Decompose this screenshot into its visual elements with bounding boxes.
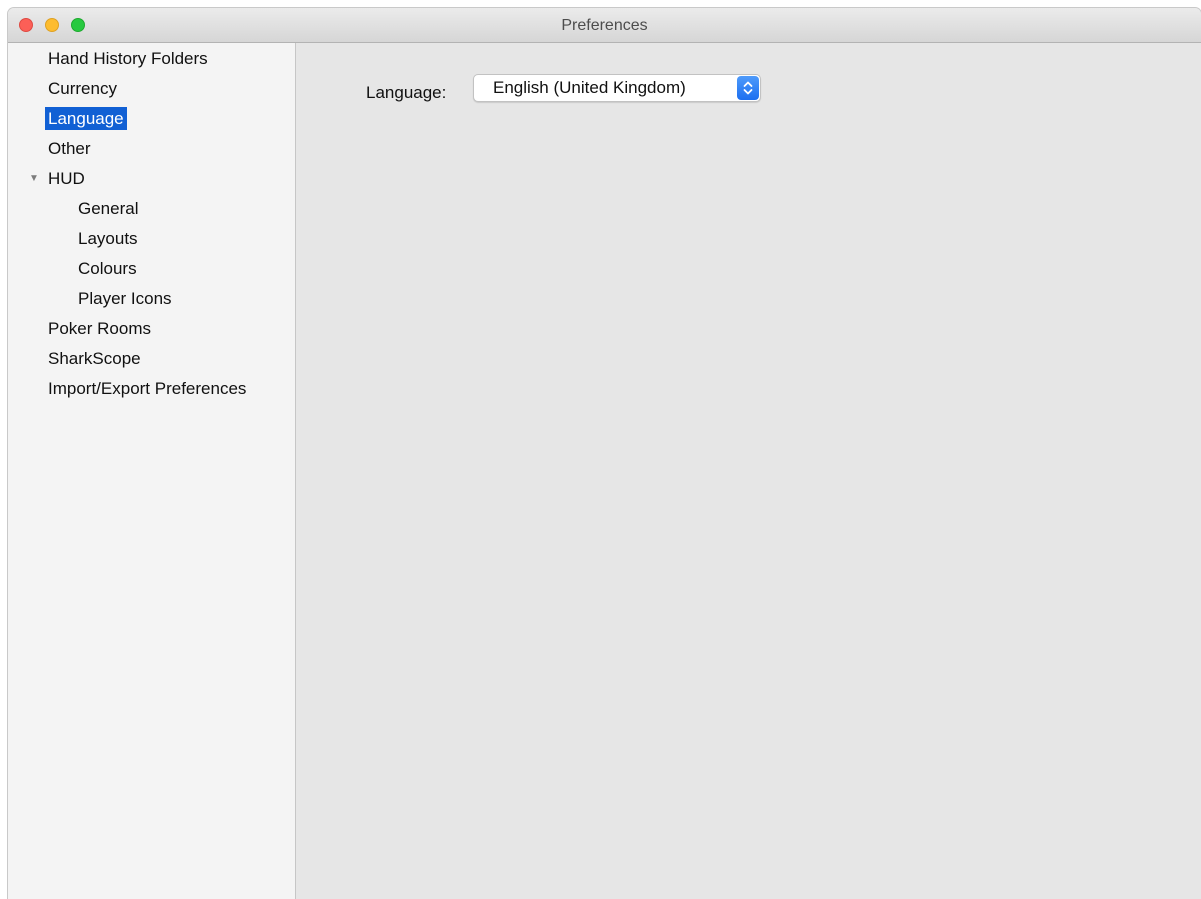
sidebar-item-label: SharkScope <box>48 349 141 368</box>
disclosure-triangle-down-icon[interactable]: ▼ <box>29 172 39 186</box>
sidebar-item-label: General <box>78 199 139 218</box>
language-label: Language: <box>366 83 447 102</box>
language-select[interactable]: English (United Kingdom) <box>473 74 761 102</box>
sidebar-item-poker-rooms[interactable]: Poker Rooms <box>48 316 151 342</box>
up-down-chevron-icon[interactable] <box>737 76 759 100</box>
sidebar-item-currency[interactable]: Currency <box>48 76 117 102</box>
sidebar-item-hud-layouts[interactable]: Layouts <box>78 226 138 252</box>
sidebar-item-sharkscope[interactable]: SharkScope <box>48 346 141 372</box>
sidebar-item-label: Import/Export Preferences <box>48 379 247 398</box>
sidebar-item-import-export-preferences[interactable]: Import/Export Preferences <box>48 376 246 402</box>
window-title: Preferences <box>561 17 648 34</box>
sidebar-item-label: Currency <box>48 79 117 98</box>
sidebar-item-label: Layouts <box>78 229 138 248</box>
sidebar-item-label: Hand History Folders <box>48 49 208 68</box>
title-bar[interactable]: Preferences <box>8 8 1201 43</box>
sidebar-item-label: Other <box>48 139 91 158</box>
sidebar-item-hud[interactable]: ▼ HUD <box>8 166 208 192</box>
sidebar-item-hud-player-icons[interactable]: Player Icons <box>78 286 172 312</box>
sidebar-item-hand-history-folders[interactable]: Hand History Folders <box>48 46 208 72</box>
sidebar-item-label: Colours <box>78 259 137 278</box>
sidebar-item-label: Player Icons <box>78 289 172 308</box>
sidebar-item-label: HUD <box>48 169 85 188</box>
sidebar-item-hud-colours[interactable]: Colours <box>78 256 137 282</box>
sidebar-item-language[interactable]: Language <box>45 106 127 132</box>
sidebar-item-label: Poker Rooms <box>48 319 151 338</box>
preferences-content-pane: Language: English (United Kingdom) <box>296 43 1201 899</box>
preferences-window: Preferences Hand History Folders Currenc… <box>8 8 1201 899</box>
language-select-value: English (United Kingdom) <box>493 78 686 97</box>
preferences-sidebar: Hand History Folders Currency Language O… <box>8 43 296 899</box>
sidebar-item-other[interactable]: Other <box>48 136 91 162</box>
sidebar-item-label: Language <box>45 107 127 130</box>
sidebar-item-hud-general[interactable]: General <box>78 196 138 222</box>
